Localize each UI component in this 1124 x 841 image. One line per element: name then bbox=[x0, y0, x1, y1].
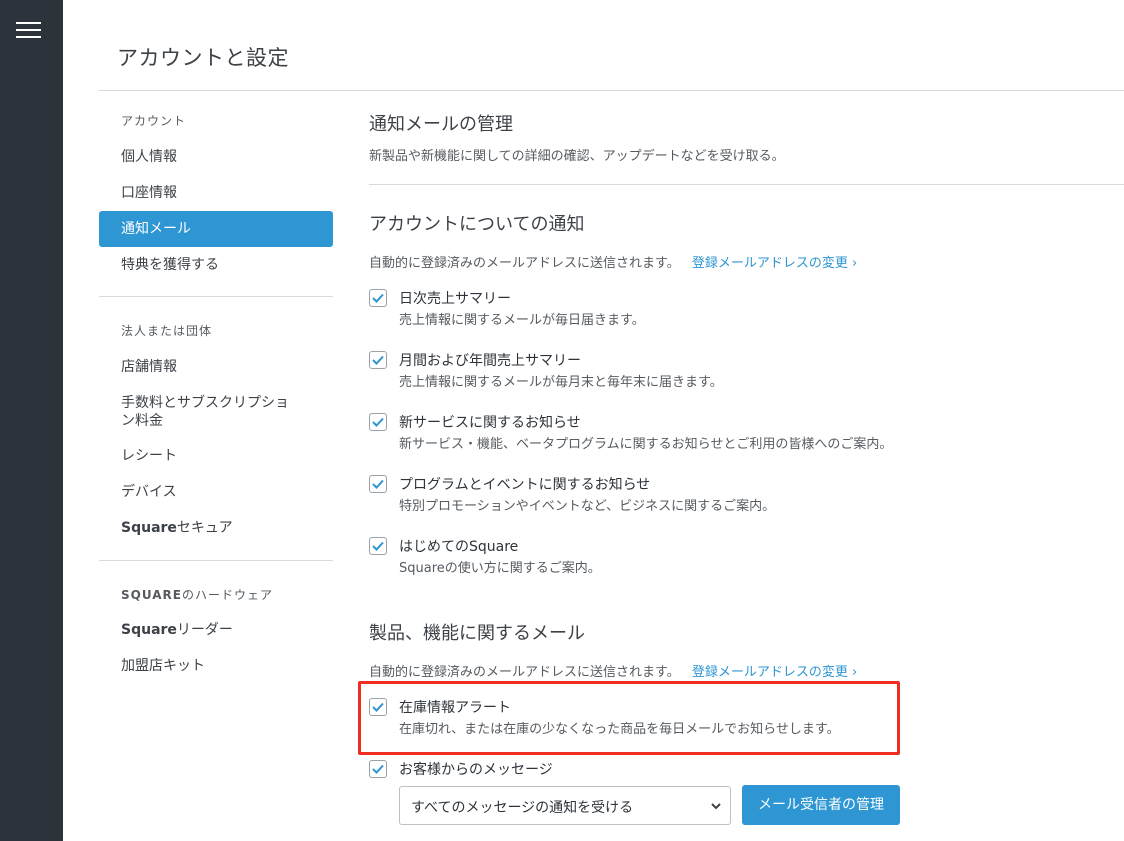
header-divider bbox=[99, 90, 1124, 91]
highlight-box bbox=[358, 681, 900, 755]
checkmark-icon bbox=[372, 293, 384, 303]
sidebar-item-notification-email[interactable]: 通知メール bbox=[99, 211, 333, 247]
sidebar-section-hardware: SQUAREのハードウェア bbox=[121, 586, 273, 603]
section-subtitle: 新製品や新機能に関しての詳細の確認、アップデートなどを受け取る。 bbox=[369, 149, 785, 164]
checkbox[interactable] bbox=[369, 413, 387, 431]
account-notifications-title: アカウントについての通知 bbox=[369, 214, 585, 235]
sidebar-item-label: リーダー bbox=[176, 622, 233, 638]
checkbox-description: 新サービス・機能、ベータプログラムに関するお知らせとご利用の皆様へのご案内。 bbox=[399, 437, 893, 452]
hamburger-icon[interactable] bbox=[16, 22, 41, 40]
section-label: のハードウェア bbox=[181, 588, 273, 602]
section-divider bbox=[369, 184, 1124, 185]
change-email-link[interactable]: 登録メールアドレスの変更 › bbox=[692, 256, 857, 271]
checkmark-icon bbox=[372, 541, 384, 551]
checkbox[interactable] bbox=[369, 475, 387, 493]
sidebar-item-label: セキュア bbox=[176, 520, 233, 536]
checkbox-label: 月間および年間売上サマリー bbox=[399, 353, 581, 369]
checkbox-description: 特別プロモーションやイベントなど、ビジネスに関するご案内。 bbox=[399, 499, 776, 514]
sidebar-item-merchant-kit[interactable]: 加盟店キット bbox=[99, 648, 333, 684]
checkbox-label: 新サービスに関するお知らせ bbox=[399, 415, 581, 431]
sidebar-item-store-info[interactable]: 店舗情報 bbox=[99, 349, 333, 385]
checkbox[interactable] bbox=[369, 760, 387, 778]
checkbox-description: 売上情報に関するメールが毎月末と毎年末に届きます。 bbox=[399, 375, 723, 390]
checkmark-icon bbox=[372, 764, 384, 774]
brand-text: SQUARE bbox=[121, 588, 182, 602]
checkbox-description: 売上情報に関するメールが毎日届きます。 bbox=[399, 313, 645, 328]
account-notifications-desc: 自動的に登録済みのメールアドレスに送信されます。 登録メールアドレスの変更 › bbox=[369, 252, 857, 271]
checkbox-description: Squareの使い方に関するご案内。 bbox=[399, 561, 601, 576]
checkbox-label: 日次売上サマリー bbox=[399, 291, 511, 307]
message-notification-select[interactable]: すべてのメッセージの通知を受ける bbox=[399, 786, 731, 825]
checkbox-label: はじめてのSquare bbox=[399, 539, 519, 555]
sidebar-item-personal-info[interactable]: 個人情報 bbox=[99, 139, 333, 175]
checkbox-label: お客様からのメッセージ bbox=[399, 762, 553, 778]
sidebar-item-square-secure[interactable]: Squareセキュア bbox=[99, 510, 333, 546]
page-title: アカウントと設定 bbox=[117, 46, 289, 70]
brand-text: Square bbox=[121, 622, 177, 638]
sidebar-item-square-reader[interactable]: Squareリーダー bbox=[99, 612, 333, 648]
manage-recipients-button[interactable]: メール受信者の管理 bbox=[742, 785, 900, 825]
sidebar-section-account: アカウント bbox=[121, 114, 187, 128]
sidebar-item-devices[interactable]: デバイス bbox=[99, 474, 333, 510]
left-rail bbox=[0, 0, 63, 841]
sidebar-divider bbox=[99, 560, 333, 561]
sidebar-section-business: 法人または団体 bbox=[121, 324, 213, 338]
sidebar-item-rewards[interactable]: 特典を獲得する bbox=[99, 247, 333, 283]
brand-text: Square bbox=[121, 520, 177, 536]
sidebar-divider bbox=[99, 296, 333, 297]
checkbox-label: プログラムとイベントに関するお知らせ bbox=[399, 477, 651, 493]
checkbox[interactable] bbox=[369, 351, 387, 369]
desc-text: 自動的に登録済みのメールアドレスに送信されます。 bbox=[369, 665, 680, 680]
select-value: すべてのメッセージの通知を受ける bbox=[411, 800, 634, 816]
checkmark-icon bbox=[372, 355, 384, 365]
checkmark-icon bbox=[372, 479, 384, 489]
product-emails-desc: 自動的に登録済みのメールアドレスに送信されます。 登録メールアドレスの変更 › bbox=[369, 661, 857, 680]
change-email-link[interactable]: 登録メールアドレスの変更 › bbox=[692, 665, 857, 680]
checkbox[interactable] bbox=[369, 289, 387, 307]
chevron-down-icon bbox=[711, 803, 721, 810]
checkbox[interactable] bbox=[369, 537, 387, 555]
sidebar-item-receipts[interactable]: レシート bbox=[99, 438, 333, 474]
sidebar-item-bank-info[interactable]: 口座情報 bbox=[99, 175, 333, 211]
section-title: 通知メールの管理 bbox=[369, 114, 513, 135]
desc-text: 自動的に登録済みのメールアドレスに送信されます。 bbox=[369, 256, 680, 271]
product-emails-title: 製品、機能に関するメール bbox=[369, 623, 585, 644]
checkmark-icon bbox=[372, 417, 384, 427]
sidebar-item-fees-subscriptions[interactable]: 手数料とサブスクリプション料金 bbox=[99, 393, 299, 431]
